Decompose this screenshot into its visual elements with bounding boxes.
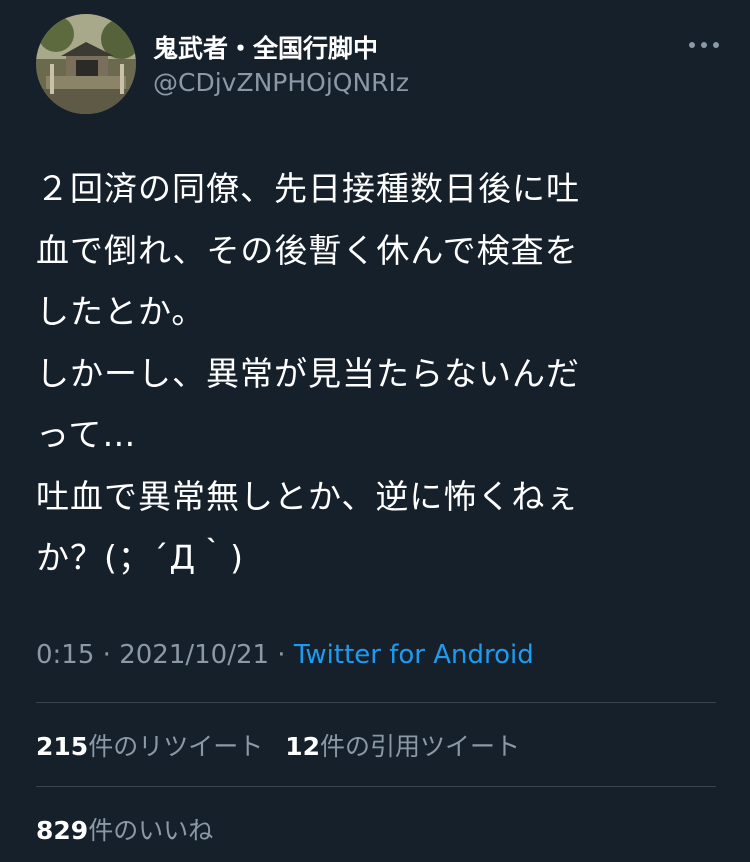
tweet-text-line: しかーし、異常が見当たらないんだ (36, 353, 580, 393)
retweet-stats: 215件のリツイート 12件の引用ツイート (36, 727, 520, 763)
meta-separator: · (94, 640, 120, 670)
divider (36, 786, 716, 787)
tweet-text-line: したとか。 (36, 292, 206, 331)
tweet-date[interactable]: 2021/10/21 (119, 640, 269, 670)
more-options-button[interactable] (682, 30, 726, 60)
tweet-source-link[interactable]: Twitter for Android (294, 640, 534, 670)
user-handle[interactable]: @CDjvZNPHOjQNRIz (153, 68, 409, 97)
retweets-label: 件のリツイート (88, 732, 264, 761)
tweet-time[interactable]: 0:15 (36, 640, 94, 670)
avatar-image (36, 14, 136, 114)
tweet-text: ２回済の同僚、先日接種数日後に吐 血で倒れ、その後暫く休んで検査を したとか。 … (36, 158, 716, 589)
avatar[interactable] (36, 14, 136, 114)
tweet-text-line: ２回済の同僚、先日接種数日後に吐 (36, 169, 580, 208)
likes-link[interactable]: 829件のいいね (36, 816, 213, 845)
tweet-text-line: って… (36, 415, 137, 454)
tweet-meta: 0:15 · 2021/10/21 · Twitter for Android (36, 640, 534, 670)
retweets-link[interactable]: 215件のリツイート (36, 732, 263, 761)
likes-count: 829 (36, 816, 89, 845)
likes-label: 件のいいね (88, 816, 214, 845)
retweets-count: 215 (36, 732, 89, 761)
display-name[interactable]: 鬼武者・全国行脚中 (153, 29, 378, 65)
like-stats: 829件のいいね (36, 811, 213, 847)
quotes-count: 12 (285, 732, 320, 761)
meta-separator: · (269, 640, 294, 670)
quotes-label: 件の引用ツイート (320, 732, 521, 761)
tweet-text-line: 吐血で異常無しとか、逆に怖くねぇ (36, 476, 580, 516)
tweet-text-line: か？(；´Д｀) (36, 538, 245, 577)
tweet-header: 鬼武者・全国行脚中 @CDjvZNPHOjQNRIz (32, 12, 722, 116)
quotes-link[interactable]: 12件の引用ツイート (285, 732, 520, 761)
tweet-text-line: 血で倒れ、その後暫く休んで検査を (36, 230, 579, 270)
more-horizontal-icon (689, 42, 719, 48)
divider (36, 702, 716, 703)
